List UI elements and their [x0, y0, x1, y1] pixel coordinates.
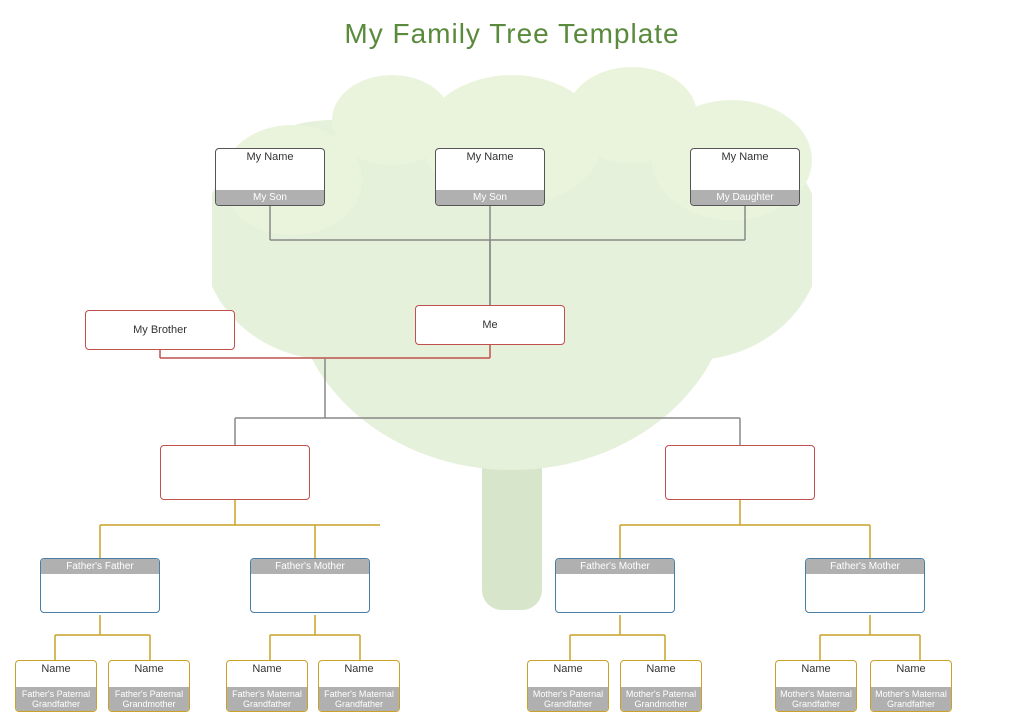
mother-box[interactable] — [665, 445, 815, 500]
son1-box[interactable]: My Name My Son — [215, 148, 325, 206]
son2-name: My Name — [462, 149, 517, 165]
ff-label: Father's Father — [41, 559, 159, 574]
page-title: My Family Tree Template — [0, 0, 1024, 50]
ff-box[interactable]: Father's Father — [40, 558, 160, 613]
fm-label: Father's Mother — [251, 559, 369, 574]
father-name — [231, 471, 239, 475]
me-box[interactable]: Me — [415, 305, 565, 345]
leaf3-box[interactable]: Name Father's Maternal Grandfather — [226, 660, 308, 712]
leaf1-box[interactable]: Name Father's Paternal Grandfather — [15, 660, 97, 712]
brother-label: My Brother — [129, 322, 191, 338]
leaf5-label: Mother's Paternal Grandfather — [528, 687, 608, 711]
leaf4-name: Name — [340, 661, 377, 677]
leaf8-label: Mother's Maternal Grandfather — [871, 687, 951, 711]
leaf8-name: Name — [892, 661, 929, 677]
leaf3-label: Father's Maternal Grandfather — [227, 687, 307, 711]
son1-name: My Name — [242, 149, 297, 165]
leaf4-label: Father's Maternal Grandfather — [319, 687, 399, 711]
leaf2-label: Father's Paternal Grandmother — [109, 687, 189, 711]
leaf4-box[interactable]: Name Father's Maternal Grandfather — [318, 660, 400, 712]
leaf1-name: Name — [37, 661, 74, 677]
leaf5-name: Name — [549, 661, 586, 677]
mm-box[interactable]: Father's Mother — [805, 558, 925, 613]
leaf6-name: Name — [642, 661, 679, 677]
son2-box[interactable]: My Name My Son — [435, 148, 545, 206]
leaf7-name: Name — [797, 661, 834, 677]
mother-name — [736, 471, 744, 475]
leaf6-label: Mother's Paternal Grandmother — [621, 687, 701, 711]
leaf7-box[interactable]: Name Mother's Maternal Grandfather — [775, 660, 857, 712]
daughter-label: My Daughter — [691, 190, 799, 205]
mm-label: Father's Mother — [806, 559, 924, 574]
mf-label: Father's Mother — [556, 559, 674, 574]
leaf2-name: Name — [130, 661, 167, 677]
leaf5-box[interactable]: Name Mother's Paternal Grandfather — [527, 660, 609, 712]
father-box[interactable] — [160, 445, 310, 500]
brother-box[interactable]: My Brother — [85, 310, 235, 350]
daughter-name: My Name — [717, 149, 772, 165]
son1-label: My Son — [216, 190, 324, 205]
leaf6-box[interactable]: Name Mother's Paternal Grandmother — [620, 660, 702, 712]
mf-box[interactable]: Father's Mother — [555, 558, 675, 613]
leaf7-label: Mother's Maternal Grandfather — [776, 687, 856, 711]
family-tree: My Name My Son My Name My Son My Name My… — [0, 60, 1024, 724]
leaf8-box[interactable]: Name Mother's Maternal Grandfather — [870, 660, 952, 712]
fm-box[interactable]: Father's Mother — [250, 558, 370, 613]
leaf2-box[interactable]: Name Father's Paternal Grandmother — [108, 660, 190, 712]
daughter-box[interactable]: My Name My Daughter — [690, 148, 800, 206]
son2-label: My Son — [436, 190, 544, 205]
me-label: Me — [478, 317, 501, 333]
leaf1-label: Father's Paternal Grandfather — [16, 687, 96, 711]
leaf3-name: Name — [248, 661, 285, 677]
